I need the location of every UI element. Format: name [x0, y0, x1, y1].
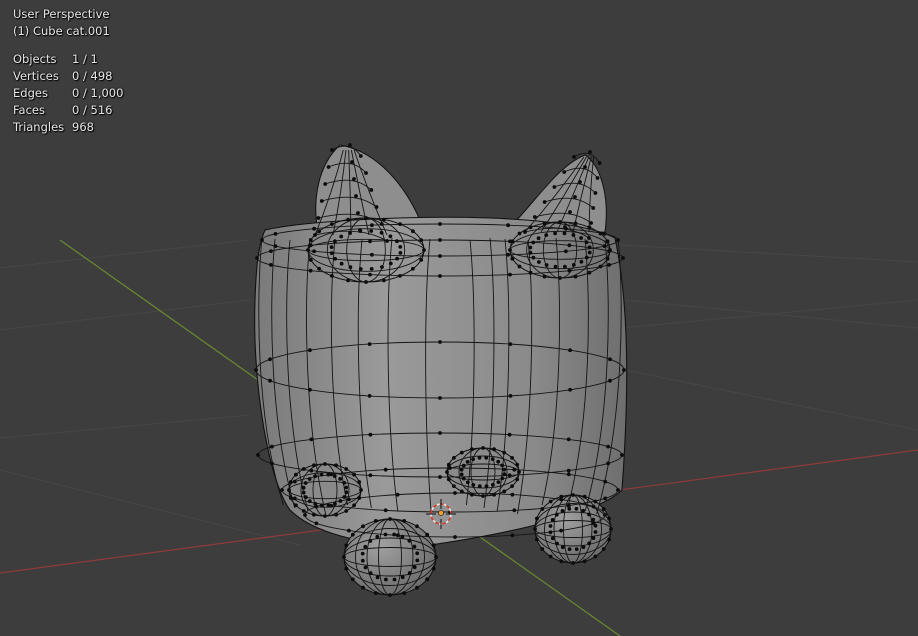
stat-row-vertices: Vertices 0 / 498 [13, 68, 123, 85]
stat-row-triangles: Triangles 968 [13, 119, 123, 136]
stat-value: 0 / 516 [72, 103, 113, 117]
stat-label: Triangles [13, 120, 65, 134]
viewport-scene[interactable] [0, 0, 918, 636]
stat-row-objects: Objects 1 / 1 [13, 51, 123, 68]
stat-label: Edges [13, 86, 48, 100]
stat-label: Vertices [13, 69, 59, 83]
back-right-foot[interactable] [446, 447, 520, 497]
stat-value: 0 / 1,000 [72, 86, 124, 100]
origin-dot-icon [438, 510, 444, 516]
stat-value: 0 / 498 [72, 69, 113, 83]
cat-mesh[interactable] [254, 143, 628, 597]
3d-viewport[interactable]: User Perspective (1) Cube cat.001 Object… [0, 0, 918, 636]
stat-value: 968 [72, 120, 94, 134]
scene-statistics: Objects 1 / 1 Vertices 0 / 498 Edges 0 /… [13, 51, 123, 136]
stat-label: Faces [13, 103, 45, 117]
viewport-info-overlay: User Perspective (1) Cube cat.001 Object… [13, 6, 123, 136]
object-name: (1) Cube cat.001 [13, 24, 110, 38]
stat-label: Objects [13, 52, 57, 66]
stat-value: 1 / 1 [72, 52, 98, 66]
view-name: User Perspective [13, 7, 110, 21]
front-left-foot[interactable] [343, 518, 437, 596]
stat-row-edges: Edges 0 / 1,000 [13, 85, 123, 102]
stat-row-faces: Faces 0 / 516 [13, 102, 123, 119]
